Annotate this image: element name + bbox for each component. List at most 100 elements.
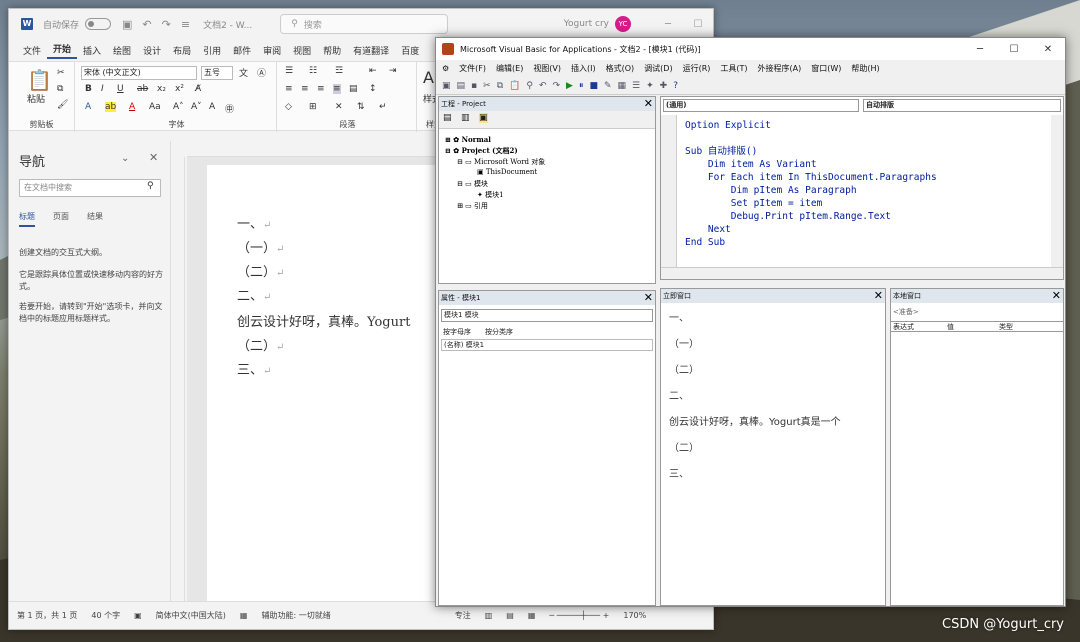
decrease-indent-icon[interactable]: ⇤ <box>369 66 377 76</box>
highlight-icon[interactable]: ab <box>105 102 117 112</box>
copy-icon[interactable]: ⧉ <box>57 84 63 94</box>
object-browser-icon[interactable]: ✦ <box>646 81 654 91</box>
run-icon[interactable]: ▶ <box>566 81 573 91</box>
tab-help[interactable]: 帮助 <box>317 44 347 57</box>
paste-icon[interactable]: 📋 <box>509 81 520 91</box>
col-value[interactable]: 值 <box>947 322 954 332</box>
subscript-button[interactable]: x₂ <box>157 84 166 94</box>
change-case-icon[interactable]: Aa <box>149 102 161 112</box>
tree-references[interactable]: ⊞ ▭ 引用 <box>457 201 488 211</box>
zoom-slider[interactable]: ─ ─────┼─── + <box>549 611 609 620</box>
cut-icon[interactable]: ✂ <box>483 81 491 91</box>
align-left-icon[interactable]: ≡ <box>285 84 293 94</box>
toolbox-icon[interactable]: ✚ <box>660 81 668 91</box>
margin-indicator-bar[interactable] <box>661 115 677 267</box>
menu-run[interactable]: 运行(R) <box>683 63 711 74</box>
sort-icon[interactable]: ⇅ <box>357 102 365 112</box>
object-dropdown[interactable]: (通用) <box>663 99 859 112</box>
increase-indent-icon[interactable]: ⇥ <box>389 66 397 76</box>
vba-minimize-button[interactable]: ─ <box>963 44 997 55</box>
search-box[interactable]: ⚲ 搜索 <box>280 14 449 34</box>
undo-icon[interactable]: ↶ <box>539 81 547 91</box>
paste-button[interactable]: 粘贴 <box>27 92 45 105</box>
reset-icon[interactable]: ■ <box>589 81 598 91</box>
nav-tab-results[interactable]: 结果 <box>87 211 103 222</box>
font-name-select[interactable]: 宋体 (中文正文) <box>81 66 197 80</box>
save-icon[interactable]: ▪ <box>471 81 477 91</box>
project-explorer-icon[interactable]: ▦ <box>618 81 627 91</box>
code-scrollbar[interactable] <box>1051 115 1063 267</box>
menu-tools[interactable]: 工具(T) <box>720 63 747 74</box>
tab-insert[interactable]: 插入 <box>77 44 107 57</box>
chinese-layout-icon[interactable]: ✕ <box>335 102 343 112</box>
customize-qat-icon[interactable]: ≡ <box>181 18 190 31</box>
tree-normal[interactable]: ⊞ ✿ Normal <box>445 135 491 144</box>
view-object-icon[interactable]: ▥ <box>461 113 470 123</box>
tab-categorized[interactable]: 按分类序 <box>485 327 513 337</box>
col-expression[interactable]: 表达式 <box>893 322 914 332</box>
zoom-level[interactable]: 170% <box>623 611 646 620</box>
col-type[interactable]: 类型 <box>999 322 1013 332</box>
bold-button[interactable]: B <box>85 84 92 94</box>
macro-icon[interactable]: ▦ <box>240 611 248 620</box>
close-icon[interactable]: ✕ <box>644 97 653 110</box>
borders-icon[interactable]: ⊞ <box>309 102 317 112</box>
menu-help[interactable]: 帮助(H) <box>851 63 879 74</box>
tab-mailings[interactable]: 邮件 <box>227 44 257 57</box>
bullets-icon[interactable]: ☰ <box>285 66 293 76</box>
numbering-icon[interactable]: ☷ <box>309 66 317 76</box>
enclose-char-icon[interactable]: ㊥ <box>225 102 234 115</box>
undo-icon[interactable]: ↶ <box>142 18 151 31</box>
language[interactable]: 简体中文(中国大陆) <box>156 610 226 621</box>
close-icon[interactable]: ✕ <box>149 151 158 164</box>
code-hscrollbar[interactable] <box>661 267 1063 279</box>
redo-icon[interactable]: ↷ <box>552 81 560 91</box>
char-shading-icon[interactable]: A <box>209 102 215 112</box>
view-code-icon[interactable]: ▤ <box>443 113 452 123</box>
vba-maximize-button[interactable]: ☐ <box>997 44 1031 55</box>
tab-draw[interactable]: 绘图 <box>107 44 137 57</box>
menu-window[interactable]: 窗口(W) <box>811 63 841 74</box>
font-color-icon[interactable]: A <box>129 102 135 112</box>
tab-view[interactable]: 视图 <box>287 44 317 57</box>
code-editor[interactable]: Option Explicit Sub 自动排版() Dim item As V… <box>685 119 937 249</box>
tab-design[interactable]: 设计 <box>137 44 167 57</box>
menu-debug[interactable]: 调试(D) <box>644 63 672 74</box>
show-marks-icon[interactable]: ↵ <box>379 102 387 112</box>
superscript-button[interactable]: x² <box>175 84 184 94</box>
help-icon[interactable]: ? <box>673 81 678 91</box>
menu-insert[interactable]: 插入(I) <box>571 63 596 74</box>
tab-home[interactable]: 开始 <box>47 42 78 59</box>
cut-icon[interactable]: ✂ <box>57 68 65 78</box>
tree-word-objects[interactable]: ⊟ ▭ Microsoft Word 对象 <box>457 157 545 167</box>
web-layout-icon[interactable]: ▦ <box>528 611 536 620</box>
vba-menu-icon[interactable]: ⚙ <box>442 64 449 73</box>
styles-icon[interactable]: A <box>423 68 434 87</box>
shrink-font-icon[interactable]: A˅ <box>191 102 202 112</box>
redo-icon[interactable]: ↷ <box>162 18 171 31</box>
avatar[interactable]: YC <box>615 16 631 32</box>
menu-format[interactable]: 格式(O) <box>606 63 635 74</box>
menu-edit[interactable]: 编辑(E) <box>496 63 523 74</box>
proofing-icon[interactable]: ▣ <box>134 611 142 620</box>
nav-tab-pages[interactable]: 页面 <box>53 211 69 222</box>
tree-project[interactable]: ⊟ ✿ Project (文档2) <box>445 146 518 156</box>
underline-button[interactable]: U <box>117 84 124 94</box>
accessibility-status[interactable]: 辅助功能: 一切就绪 <box>261 610 330 621</box>
justify-icon[interactable]: ≡ <box>333 84 341 94</box>
close-icon[interactable]: ✕ <box>1052 289 1061 302</box>
nav-tab-headings[interactable]: 标题 <box>19 211 35 227</box>
page-count[interactable]: 第 1 页，共 1 页 <box>17 610 77 621</box>
menu-file[interactable]: 文件(F) <box>459 63 486 74</box>
menu-view[interactable]: 视图(V) <box>533 63 561 74</box>
align-right-icon[interactable]: ≡ <box>317 84 325 94</box>
chevron-down-icon[interactable]: ⌄ <box>121 153 129 164</box>
format-painter-icon[interactable]: 🖌 <box>57 100 68 110</box>
paste-icon[interactable]: 📋 <box>27 68 52 92</box>
tab-references[interactable]: 引用 <box>197 44 227 57</box>
vba-close-button[interactable]: ✕ <box>1031 44 1065 55</box>
save-icon[interactable]: ▣ <box>122 18 132 31</box>
close-icon[interactable]: ✕ <box>874 289 883 302</box>
tab-youdao[interactable]: 有道翻译 <box>347 44 395 57</box>
tab-file[interactable]: 文件 <box>17 44 47 57</box>
